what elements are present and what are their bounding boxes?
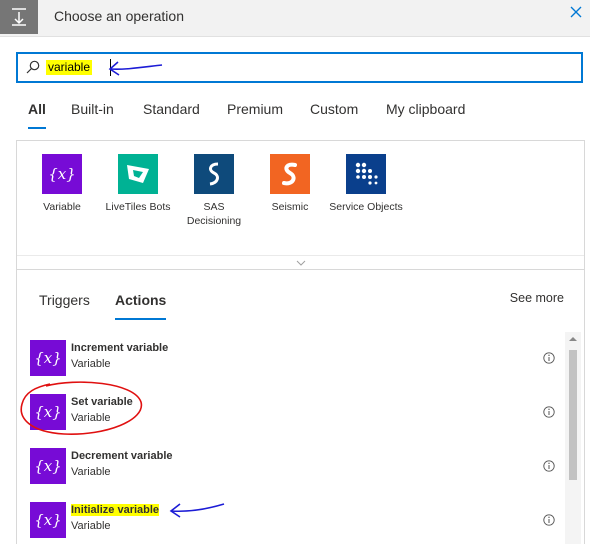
variable-icon: {x} [30, 502, 66, 538]
text-cursor [110, 59, 111, 76]
connector-grid: {x} Variable LiveTiles Bots SAS Decision… [16, 140, 585, 270]
connector-label: SAS Decisioning [186, 201, 242, 227]
actions-panel: Triggers Actions See more {x} Increment … [16, 270, 585, 544]
info-icon[interactable] [543, 406, 555, 418]
action-decrement-variable[interactable]: {x} Decrement variable Variable [17, 440, 562, 494]
scrollbar-thumb[interactable] [569, 350, 577, 480]
action-list: {x} Increment variable Variable {x} Set … [17, 332, 562, 548]
connector-label: Seismic [271, 201, 309, 213]
livetiles-icon [118, 154, 158, 194]
operation-icon [0, 0, 38, 34]
tab-triggers[interactable]: Triggers [39, 292, 90, 308]
tab-all[interactable]: All [28, 101, 46, 129]
action-connector: Variable [71, 520, 111, 532]
tab-actions[interactable]: Actions [115, 292, 167, 320]
connector-label: LiveTiles Bots [105, 201, 171, 213]
variable-icon: {x} [30, 340, 66, 376]
action-connector: Variable [71, 466, 111, 478]
scrollbar[interactable] [565, 332, 581, 544]
connector-label: Service Objects [329, 201, 403, 213]
expand-connectors-button[interactable] [17, 255, 584, 269]
variable-icon: {x} [30, 448, 66, 484]
action-initialize-variable[interactable]: {x} Initialize variable Variable [17, 494, 562, 548]
action-increment-variable[interactable]: {x} Increment variable Variable [17, 332, 562, 386]
chevron-down-icon [296, 260, 305, 266]
info-icon[interactable] [543, 352, 555, 364]
seismic-icon [270, 154, 310, 194]
connector-livetiles-bots[interactable]: LiveTiles Bots [101, 154, 175, 214]
close-icon[interactable] [568, 4, 584, 20]
action-set-variable[interactable]: {x} Set variable Variable [17, 386, 562, 440]
action-title: Decrement variable [71, 450, 173, 462]
tab-built-in[interactable]: Built-in [71, 101, 114, 117]
connector-service-objects[interactable]: Service Objects [329, 154, 403, 214]
action-title: Set variable [71, 396, 133, 408]
connector-sas-decisioning[interactable]: SAS Decisioning [177, 154, 251, 228]
connector-variable[interactable]: {x} Variable [25, 154, 99, 214]
service-objects-icon [346, 154, 386, 194]
see-more-link[interactable]: See more [510, 291, 564, 305]
variable-icon: {x} [30, 394, 66, 430]
action-title: Increment variable [71, 342, 169, 354]
info-icon[interactable] [543, 460, 555, 472]
connector-seismic[interactable]: Seismic [253, 154, 327, 214]
tab-standard[interactable]: Standard [143, 101, 200, 117]
action-connector: Variable [71, 358, 111, 370]
info-icon[interactable] [543, 514, 555, 526]
connector-label: Variable [43, 201, 81, 213]
search-value: variable [46, 60, 93, 75]
sas-icon [194, 154, 234, 194]
search-input[interactable]: variable [16, 52, 583, 83]
tab-my-clipboard[interactable]: My clipboard [386, 101, 465, 117]
tab-custom[interactable]: Custom [310, 101, 358, 117]
dialog-title: Choose an operation [54, 8, 184, 24]
search-icon [26, 60, 40, 74]
dialog-header: Choose an operation [0, 0, 590, 37]
action-title: Initialize variable [71, 504, 160, 516]
scroll-up-icon[interactable] [568, 336, 578, 342]
action-connector: Variable [71, 412, 111, 424]
variable-icon: {x} [42, 154, 82, 194]
tab-premium[interactable]: Premium [227, 101, 283, 117]
